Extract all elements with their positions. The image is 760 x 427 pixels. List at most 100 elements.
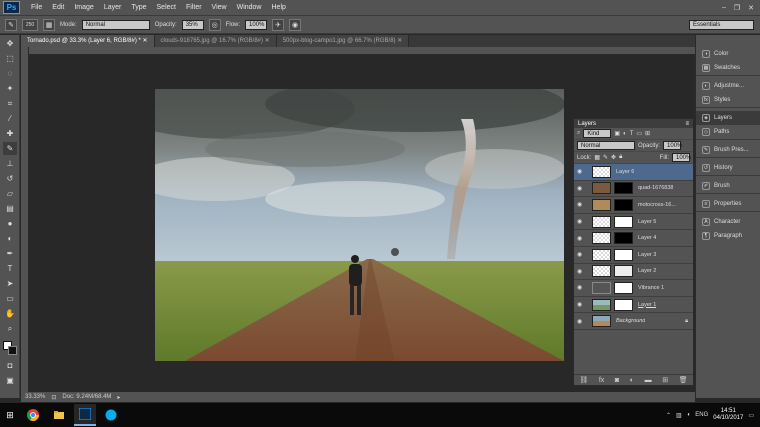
menu-filter[interactable]: Filter [181,4,207,11]
gradient-tool-icon[interactable]: ▤ [3,202,17,215]
background-color-swatch[interactable] [8,346,17,355]
menu-layer[interactable]: Layer [99,4,127,11]
volume-icon[interactable]: ◖ [687,412,691,418]
dock-history[interactable]: ↺ History [696,161,760,175]
close-icon[interactable]: ✕ [748,4,754,12]
notifications-icon[interactable]: ▭ [748,412,754,419]
new-group-icon[interactable]: ▬ [645,377,652,384]
brush-panel-toggle-icon[interactable]: ▦ [43,18,55,31]
dodge-tool-icon[interactable]: ◐ [3,232,17,245]
fill-field[interactable]: 100% [672,153,691,162]
layer-filter-select[interactable]: Kind [583,129,612,138]
lock-pixels-icon[interactable]: ✎ [603,154,608,161]
skype-icon[interactable] [100,404,122,426]
quick-mask-icon[interactable]: ◘ [3,359,17,372]
brush-tool-icon[interactable]: ✎ [3,142,17,155]
visibility-eye-icon[interactable]: ◉ [577,201,586,208]
clone-stamp-tool-icon[interactable]: ⊥ [3,157,17,170]
flow-field[interactable]: 100% [245,19,268,30]
dock-layers[interactable]: ◈ Layers [696,111,760,125]
quick-select-tool-icon[interactable]: ✦ [3,82,17,95]
chrome-icon[interactable] [22,404,44,426]
shape-tool-icon[interactable]: ▭ [3,292,17,305]
path-select-tool-icon[interactable]: ➤ [3,277,17,290]
menu-window[interactable]: Window [232,4,267,11]
brush-size-icon[interactable]: 250 [22,18,38,31]
filter-smart-icon[interactable]: ⊞ [645,130,650,137]
menu-view[interactable]: View [207,4,232,11]
visibility-eye-icon[interactable]: ◉ [577,185,586,192]
layers-panel-header[interactable]: Layers ≡ [574,119,693,128]
mode-select[interactable]: Normal [81,19,150,30]
menu-help[interactable]: Help [267,4,291,11]
dock-character[interactable]: A Character [696,215,760,229]
document-canvas[interactable] [155,89,564,361]
menu-type[interactable]: Type [126,4,151,11]
visibility-eye-icon[interactable]: ◉ [577,301,586,308]
dock-brush-presets[interactable]: ✎ Brush Pres... [696,143,760,157]
dock-paths[interactable]: ◇ Paths [696,125,760,139]
zoom-tool-icon[interactable]: ⌕ [3,322,17,335]
menu-image[interactable]: Image [69,4,98,11]
dock-adjustments[interactable]: ◐ Adjustme... [696,79,760,93]
visibility-eye-icon[interactable]: ◉ [577,168,586,175]
eyedropper-tool-icon[interactable]: ⁄ [3,112,17,125]
new-layer-icon[interactable]: ⊞ [662,376,668,384]
lasso-tool-icon[interactable]: ◌ [3,67,17,80]
status-arrow-icon[interactable]: ▸ [117,394,120,401]
tab-clouds[interactable]: clouds-918765.jpg @ 16.7% (RGB/8#) ✕ [154,35,277,47]
crop-tool-icon[interactable]: ⌗ [3,97,17,110]
visibility-eye-icon[interactable]: ◉ [577,251,586,258]
workspace-select[interactable]: Essentials [689,19,754,30]
dock-swatches[interactable]: ▦ Swatches [696,61,760,75]
menu-select[interactable]: Select [152,4,181,11]
lock-all-icon[interactable]: 🔒︎ [619,154,622,161]
filter-type-icon[interactable]: T [630,131,634,137]
screen-mode-icon[interactable]: ▣ [3,374,17,387]
brush-tool-preset-icon[interactable]: ✎ [5,18,17,31]
doc-size[interactable]: Doc: 9.24M/68.4M [62,394,111,400]
layer-row-layer-5[interactable]: ◉ Layer 5 [574,214,693,231]
delete-layer-icon[interactable]: 🗑︎ [679,376,688,384]
blend-mode-select[interactable]: Normal [577,141,635,150]
new-adjustment-icon[interactable]: ◐ [630,377,634,384]
network-icon[interactable]: ▥ [676,412,682,419]
visibility-eye-icon[interactable]: ◉ [577,318,586,325]
layer-opacity-field[interactable]: 100% [663,141,682,150]
dock-brush[interactable]: ✐ Brush [696,179,760,193]
layer-row-layer-1[interactable]: ◉ Layer 1 [574,297,693,314]
visibility-eye-icon[interactable]: ◉ [577,268,586,275]
pressure-size-icon[interactable]: ◉ [289,18,302,31]
lock-transparent-icon[interactable]: ▦ [594,154,600,161]
dock-color[interactable]: ◑ Color [696,47,760,61]
blur-tool-icon[interactable]: ● [3,217,17,230]
type-tool-icon[interactable]: T [3,262,17,275]
dock-styles[interactable]: fx Styles [696,93,760,107]
layer-style-button[interactable]: fx [599,377,604,384]
color-swatches[interactable] [1,339,19,357]
minimize-icon[interactable]: – [722,4,726,12]
tab-tornado[interactable]: Tornado.psd @ 33.3% (Layer 6, RGB/8#) * … [21,35,155,47]
eraser-tool-icon[interactable]: ▱ [3,187,17,200]
layer-row-motocross[interactable]: ◉ motocross-16... [574,197,693,214]
visibility-eye-icon[interactable]: ◉ [577,218,586,225]
marquee-tool-icon[interactable]: ⬚ [3,52,17,65]
clock[interactable]: 14:51 04/10/2017 [713,408,743,422]
filter-pixel-icon[interactable]: ▣ [614,130,620,137]
filter-adjustment-icon[interactable]: ◐ [623,131,627,137]
filter-shape-icon[interactable]: ▭ [636,130,642,137]
layer-row-layer-4[interactable]: ◉ Layer 4 [574,230,693,247]
visibility-eye-icon[interactable]: ◉ [577,284,586,291]
dock-paragraph[interactable]: ¶ Paragraph [696,229,760,243]
tab-campo[interactable]: 500px-blog-campo1.jpg @ 66.7% (RGB/8) ✕ [276,35,410,47]
photoshop-taskbar-icon[interactable] [74,404,96,426]
airbrush-icon[interactable]: ✈ [272,18,285,31]
lock-position-icon[interactable]: ✥ [611,154,616,161]
link-layers-icon[interactable]: ⛓ [579,376,588,384]
status-info-icon[interactable]: ⊡ [51,394,56,401]
layer-row-layer-2[interactable]: ◉ Layer 2 [574,264,693,281]
opacity-field[interactable]: 35% [181,19,204,30]
healing-tool-icon[interactable]: ✚ [3,127,17,140]
layer-row-quad[interactable]: ◉ quad-1676838 [574,181,693,198]
zoom-level[interactable]: 33.33% [25,394,45,400]
